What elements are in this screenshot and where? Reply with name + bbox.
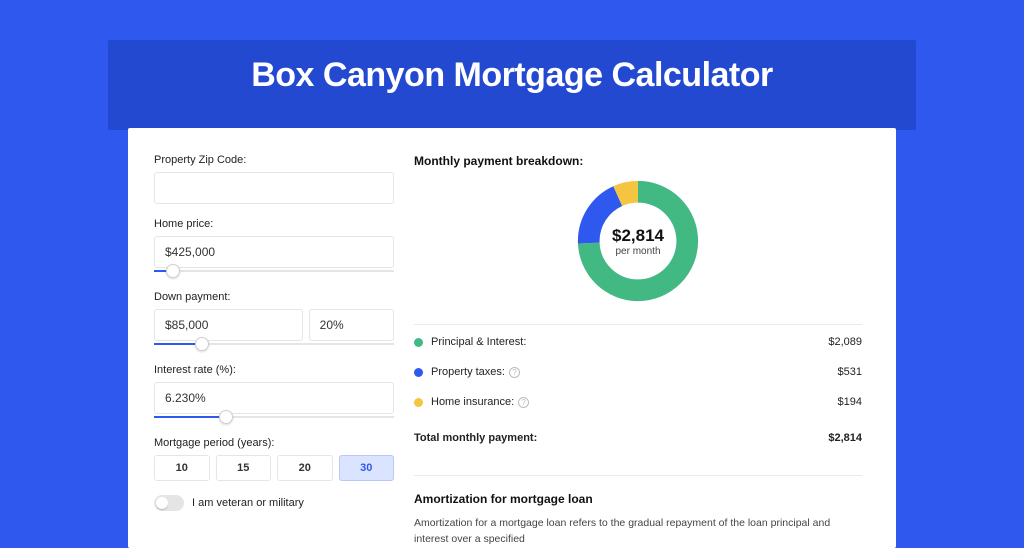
interest-label: Interest rate (%): [154,364,394,376]
total-value: $2,814 [828,432,862,444]
donut-sub: per month [615,246,660,257]
period-button-30[interactable]: 30 [339,455,395,481]
homeprice-label: Home price: [154,218,394,230]
legend-label: Home insurance: [431,396,514,408]
dot-icon [414,398,423,407]
legend-row-pi: Principal & Interest: $2,089 [414,324,862,357]
legend-value: $2,089 [828,336,862,348]
legend-label: Property taxes: [431,366,505,378]
amortization-body: Amortization for a mortgage loan refers … [414,516,862,548]
legend-value: $194 [838,396,862,408]
period-button-10[interactable]: 10 [154,455,210,481]
legend: Principal & Interest: $2,089 Property ta… [414,324,862,453]
calculator-card: Property Zip Code: Home price: Down paym… [128,128,896,548]
total-label: Total monthly payment: [414,432,537,444]
dot-icon [414,368,423,377]
form-panel: Property Zip Code: Home price: Down paym… [154,154,394,548]
veteran-label: I am veteran or military [192,497,304,509]
amortization-title: Amortization for mortgage loan [414,492,862,506]
breakdown-title: Monthly payment breakdown: [414,154,862,168]
breakdown-panel: Monthly payment breakdown: $2,814 per mo… [414,154,868,548]
interest-slider[interactable] [154,413,394,423]
dot-icon [414,338,423,347]
downpayment-pct-input[interactable] [309,309,394,341]
donut-amount: $2,814 [612,226,664,246]
legend-row-tax: Property taxes: ? $531 [414,357,862,387]
info-icon[interactable]: ? [518,397,529,408]
downpayment-input[interactable] [154,309,303,341]
breakdown-donut-chart: $2,814 per month [573,176,703,306]
period-button-15[interactable]: 15 [216,455,272,481]
downpayment-label: Down payment: [154,291,394,303]
downpayment-slider[interactable] [154,340,394,350]
interest-input[interactable] [154,382,394,414]
amortization-section: Amortization for mortgage loan Amortizat… [414,475,862,548]
legend-row-total: Total monthly payment: $2,814 [414,421,862,453]
zip-label: Property Zip Code: [154,154,394,166]
veteran-toggle[interactable] [154,495,184,511]
period-label: Mortgage period (years): [154,437,394,449]
legend-label: Principal & Interest: [431,336,526,348]
info-icon[interactable]: ? [509,367,520,378]
homeprice-slider[interactable] [154,267,394,277]
legend-row-ins: Home insurance: ? $194 [414,387,862,417]
homeprice-input[interactable] [154,236,394,268]
legend-value: $531 [838,366,862,378]
period-button-20[interactable]: 20 [277,455,333,481]
page-title: Box Canyon Mortgage Calculator [0,56,1024,95]
zip-input[interactable] [154,172,394,204]
